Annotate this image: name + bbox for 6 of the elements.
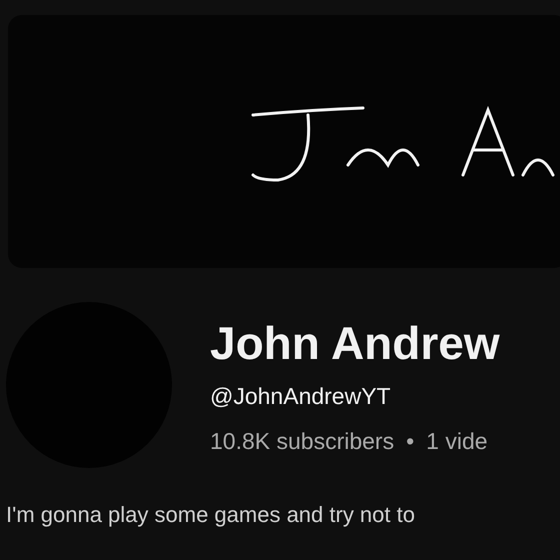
- separator: •: [406, 428, 414, 455]
- channel-name: John Andrew: [210, 316, 500, 371]
- channel-description: I'm gonna play some games and try not to: [5, 501, 416, 528]
- subscriber-count: 10.8K subscribers: [210, 428, 394, 455]
- video-count: 1 vide: [426, 428, 488, 455]
- channel-handle: @JohnAndrewYT: [210, 383, 392, 410]
